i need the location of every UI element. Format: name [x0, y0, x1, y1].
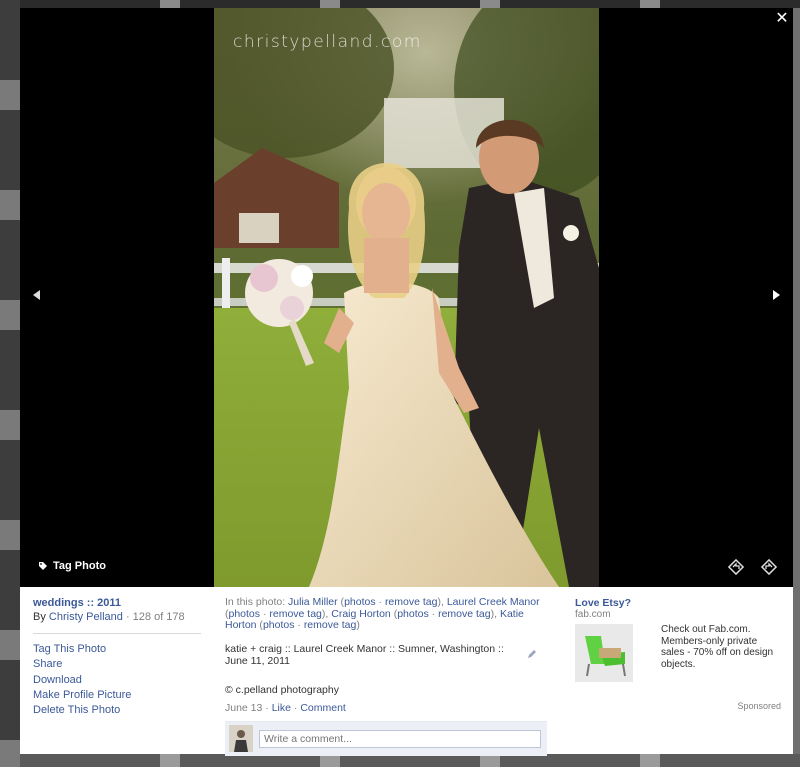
divider: [33, 633, 201, 634]
background-thumbnails-top: [20, 0, 800, 8]
remove-tag-link[interactable]: remove tag: [438, 608, 491, 620]
wedding-photo[interactable]: [214, 8, 599, 587]
comment-input[interactable]: [259, 729, 541, 748]
ad-title-link[interactable]: Love Etsy?: [575, 597, 783, 609]
background-thumbnails-bottom: [20, 754, 800, 767]
chair-image-icon: [575, 624, 633, 682]
ad-text: Check out Fab.com. Members-only private …: [661, 624, 774, 670]
photo-info-panel: weddings :: 2011 By Christy Pelland · 12…: [20, 587, 793, 756]
tag-photo-label: Tag Photo: [53, 560, 106, 572]
photo-credit: © c.pelland photography: [225, 683, 339, 696]
tag-photo-button[interactable]: Tag Photo: [38, 560, 106, 572]
remove-tag-link[interactable]: remove tag: [269, 608, 322, 620]
comment-link[interactable]: Comment: [300, 702, 346, 714]
avatar: [229, 725, 253, 753]
photo-caption: katie + craig :: Laurel Creek Manor :: S…: [225, 643, 504, 667]
delete-photo-link[interactable]: Delete This Photo: [33, 703, 201, 718]
tag-icon: [39, 562, 47, 570]
rotate-left-icon[interactable]: [727, 558, 745, 576]
like-link[interactable]: Like: [272, 702, 291, 714]
album-title-link[interactable]: weddings :: 2011: [33, 597, 201, 609]
album-column: weddings :: 2011 By Christy Pelland · 12…: [33, 597, 201, 718]
photo-watermark: christypelland.com: [233, 32, 422, 52]
photo-tags: In this photo: Julia Miller (photos · re…: [225, 596, 540, 632]
edit-caption-pencil-icon[interactable]: [527, 649, 537, 659]
rotate-right-icon[interactable]: [760, 558, 778, 576]
tags-prefix: In this photo:: [225, 596, 286, 608]
tag-person-link[interactable]: Laurel Creek Manor: [447, 596, 540, 608]
tag-photos-link[interactable]: photos: [263, 619, 295, 632]
owner-link[interactable]: Christy Pelland: [49, 611, 123, 623]
sponsored-label[interactable]: Sponsored: [737, 701, 781, 711]
user-avatar-image: [229, 725, 253, 753]
ad-body: Check out Fab.com. Members-only private …: [575, 624, 783, 682]
comment-composer: [225, 720, 547, 756]
photo-meta: June 13 · Like · Comment: [225, 702, 346, 715]
by-label: By: [33, 611, 46, 623]
previous-photo-arrow-icon[interactable]: [30, 288, 44, 302]
wedding-photo-image: [214, 8, 599, 587]
remove-tag-link[interactable]: remove tag: [385, 596, 438, 608]
ad-image[interactable]: [575, 624, 633, 682]
download-link[interactable]: Download: [33, 673, 201, 688]
photo-count: · 128 of 178: [125, 611, 185, 623]
photo-actions: Tag This Photo Share Download Make Profi…: [33, 642, 201, 718]
tag-photos-link[interactable]: photos: [229, 608, 261, 620]
photo-stage: christypelland.com ✕ Tag Photo: [20, 8, 793, 587]
ad-domain: fab.com: [575, 609, 611, 620]
photo-byline: By Christy Pelland · 128 of 178: [33, 611, 201, 623]
tag-person-link[interactable]: Craig Horton: [331, 608, 391, 620]
tag-this-photo-link[interactable]: Tag This Photo: [33, 642, 201, 657]
remove-tag-link[interactable]: remove tag: [304, 619, 357, 632]
background-thumbnails-left: [0, 0, 20, 767]
photo-viewer: christypelland.com ✕ Tag Photo weddings …: [20, 8, 793, 756]
photo-date: June 13: [225, 702, 263, 715]
share-link[interactable]: Share: [33, 657, 201, 672]
next-photo-arrow-icon[interactable]: [769, 288, 783, 302]
close-button[interactable]: ✕: [773, 10, 791, 28]
sponsored-ad: Love Etsy? fab.com Check out Fab.com. Me…: [575, 597, 783, 711]
tag-photos-link[interactable]: photos: [397, 608, 429, 620]
tag-person-link[interactable]: Julia Miller: [288, 596, 338, 608]
make-profile-picture-link[interactable]: Make Profile Picture: [33, 688, 201, 703]
photo-details-column: In this photo: Julia Miller (photos · re…: [225, 596, 547, 756]
tag-photos-link[interactable]: photos: [344, 596, 376, 608]
